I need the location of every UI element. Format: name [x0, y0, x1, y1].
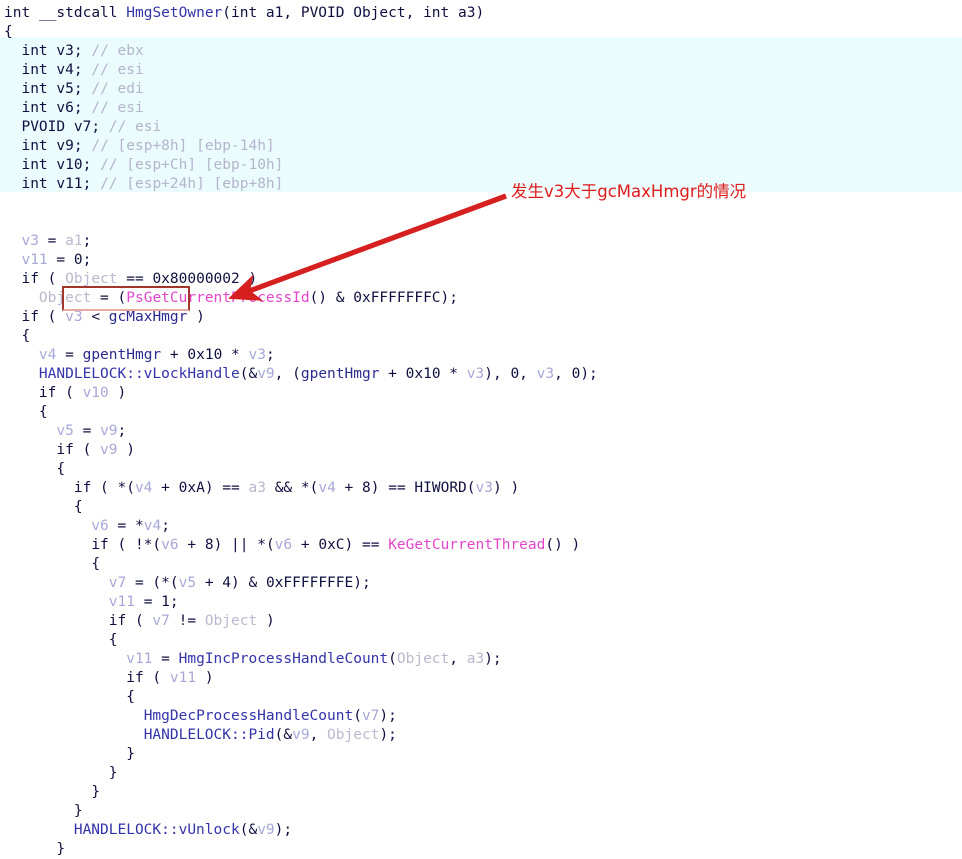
code-line[interactable]: if ( *(v4 + 0xA) == a3 && *(v4 + 8) == H… [4, 479, 962, 498]
call-hmgincprocesshandlecount[interactable]: HmgIncProcessHandleCount [179, 651, 389, 667]
declaration-line[interactable]: int v9; // [esp+8h] [ebp-14h] [4, 137, 962, 156]
code-line[interactable]: v11 = HmgIncProcessHandleCount(Object, a… [4, 650, 962, 669]
decl-type: int [21, 138, 48, 154]
call-vlockhandle[interactable]: HANDLELOCK::vLockHandle [39, 366, 240, 382]
decl-comment: // [esp+Ch] [ebp-10h] [100, 157, 284, 173]
code-line[interactable]: } [4, 764, 962, 783]
decl-name[interactable]: v5; [56, 81, 82, 97]
calling-convention: __stdcall [38, 5, 118, 21]
global-gpenthmgr[interactable]: gpentHmgr [83, 347, 162, 363]
decl-name[interactable]: v3; [56, 43, 82, 59]
code-line[interactable]: v5 = v9; [4, 422, 962, 441]
return-type: int [4, 5, 31, 21]
function-params: (int a1, PVOID Object, int a3) [222, 5, 485, 21]
code-line[interactable]: if ( !*(v6 + 8) || *(v6 + 0xC) == KeGetC… [4, 536, 962, 555]
decl-name[interactable]: v6; [56, 100, 82, 116]
code-line[interactable]: } [4, 802, 962, 821]
global-gcmaxhmgr[interactable]: gcMaxHmgr [109, 309, 188, 325]
code-line[interactable]: v3 = a1; [4, 232, 962, 251]
decl-comment: // esi [91, 100, 144, 116]
declaration-line[interactable]: int v6; // esi [4, 99, 962, 118]
decl-type: int [21, 157, 48, 173]
decl-name[interactable]: v11; [56, 176, 91, 192]
code-line[interactable]: v6 = *v4; [4, 517, 962, 536]
decl-name[interactable]: v10; [56, 157, 91, 173]
highlight-box-condition [62, 286, 190, 311]
decl-comment: // esi [91, 62, 144, 78]
code-line[interactable]: } [4, 783, 962, 802]
decl-comment: // [esp+8h] [ebp-14h] [91, 138, 275, 154]
annotation-note-label: 发生v3大于gcMaxHmgr的情况 [511, 182, 747, 201]
code-line[interactable]: v4 = gpentHmgr + 0x10 * v3; [4, 346, 962, 365]
api-call-kegetcurrentthread[interactable]: KeGetCurrentThread [388, 537, 545, 553]
decl-type: PVOID [21, 119, 66, 135]
declaration-line[interactable]: int v11; // [esp+24h] [ebp+8h] [4, 175, 962, 194]
code-line[interactable]: if ( v10 ) [4, 384, 962, 403]
decl-comment: // [esp+24h] [ebp+8h] [100, 176, 284, 192]
code-line[interactable]: HANDLELOCK::vUnlock(&v9); [4, 821, 962, 840]
decl-name[interactable]: v9; [56, 138, 82, 154]
decl-type: int [21, 43, 48, 59]
declaration-line[interactable]: int v3; // ebx [4, 42, 962, 61]
declaration-line[interactable]: int v5; // edi [4, 80, 962, 99]
code-line-list: int __stdcall HmgSetOwner(int a1, PVOID … [0, 0, 962, 859]
decl-type: int [21, 62, 48, 78]
decl-comment: // edi [91, 81, 144, 97]
declaration-line[interactable]: int v10; // [esp+Ch] [ebp-10h] [4, 156, 962, 175]
code-line[interactable]: v11 = 0; [4, 251, 962, 270]
code-line[interactable]: HmgDecProcessHandleCount(v7); [4, 707, 962, 726]
code-line[interactable]: { [4, 631, 962, 650]
code-line[interactable]: HANDLELOCK::Pid(&v9, Object); [4, 726, 962, 745]
pseudocode-view[interactable]: int __stdcall HmgSetOwner(int a1, PVOID … [0, 0, 962, 857]
decl-comment: // esi [108, 119, 162, 135]
call-hmgdecprocesshandlecount[interactable]: HmgDecProcessHandleCount [144, 708, 354, 724]
decl-comment: // ebx [91, 43, 144, 59]
code-line[interactable]: { [4, 688, 962, 707]
decl-name[interactable]: v4; [56, 62, 82, 78]
code-line[interactable]: { [4, 460, 962, 479]
function-name[interactable]: HmgSetOwner [126, 5, 222, 21]
macro-hiword[interactable]: HIWORD [414, 480, 466, 496]
decl-name[interactable]: v7; [74, 119, 100, 135]
call-vunlock[interactable]: HANDLELOCK::vUnlock [74, 822, 240, 838]
code-line[interactable]: { [4, 555, 962, 574]
code-line[interactable]: { [4, 327, 962, 346]
decl-type: int [21, 176, 48, 192]
code-line[interactable]: } [4, 840, 962, 859]
code-line[interactable]: } [4, 745, 962, 764]
function-signature-line[interactable]: int __stdcall HmgSetOwner(int a1, PVOID … [4, 4, 962, 23]
code-line[interactable]: if ( v11 ) [4, 669, 962, 688]
call-handlelock-pid[interactable]: HANDLELOCK::Pid [144, 727, 275, 743]
code-line[interactable]: if ( v7 != Object ) [4, 612, 962, 631]
declaration-line[interactable]: int v4; // esi [4, 61, 962, 80]
function-open-brace: { [4, 24, 13, 40]
code-line[interactable]: v11 = 1; [4, 593, 962, 612]
code-line[interactable]: { [4, 498, 962, 517]
decl-type: int [21, 100, 48, 116]
code-line[interactable]: v7 = (*(v5 + 4) & 0xFFFFFFFE); [4, 574, 962, 593]
code-line[interactable]: { [4, 403, 962, 422]
decl-type: int [21, 81, 48, 97]
declaration-line[interactable]: PVOID v7; // esi [4, 118, 962, 137]
code-line[interactable]: if ( v9 ) [4, 441, 962, 460]
code-line[interactable]: HANDLELOCK::vLockHandle(&v9, (gpentHmgr … [4, 365, 962, 384]
